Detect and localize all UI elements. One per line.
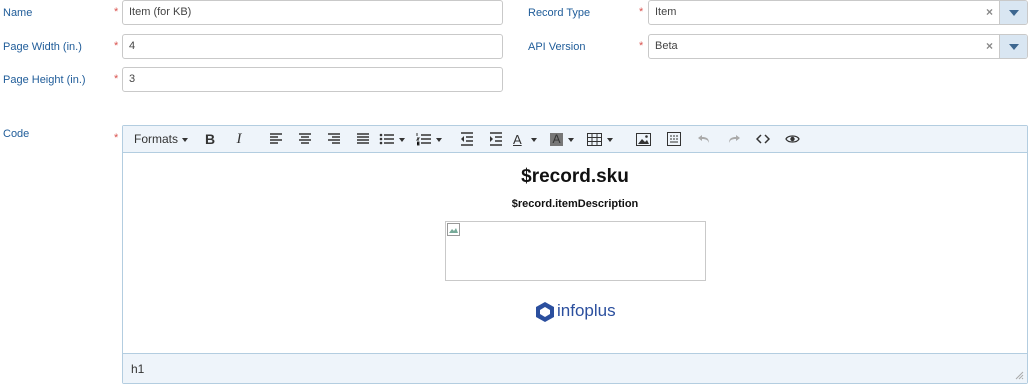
name-label: Name [3,7,33,19]
record-type-label: Record Type [528,7,591,19]
required-marker: * [114,73,119,85]
api-version-select[interactable]: Beta × [648,34,1028,59]
required-marker: * [114,40,119,52]
numbered-list-icon[interactable] [416,126,444,153]
required-marker: * [114,6,119,18]
infoplus-logo-icon [536,302,554,322]
align-center-icon[interactable] [290,126,311,153]
caret-down-icon [182,137,188,142]
table-icon[interactable] [587,126,615,153]
broken-image-icon [447,223,460,236]
logo-text: infoplus [557,301,616,320]
formats-label: Formats [133,132,178,146]
resize-handle-icon[interactable] [1015,371,1024,380]
page-height-input[interactable]: 3 [122,67,503,92]
required-marker: * [639,40,644,52]
redo-icon[interactable] [719,126,740,153]
required-marker: * [639,6,644,18]
content-subheading: $record.itemDescription [511,198,639,210]
bold-icon[interactable]: B [202,126,218,153]
code-sample-icon[interactable] [659,126,681,153]
required-marker: * [114,132,119,144]
content-heading: $record.sku [521,166,629,187]
undo-icon[interactable] [689,126,709,153]
clear-icon[interactable]: × [986,35,993,58]
code-label: Code [3,128,30,140]
image-icon[interactable] [628,126,651,153]
indent-icon[interactable] [481,126,502,153]
formats-dropdown[interactable]: Formats [133,126,189,153]
source-code-icon[interactable] [748,126,770,153]
record-type-select[interactable]: Item × [648,0,1028,25]
element-path[interactable]: h1 [131,362,144,376]
record-type-value: Item [655,6,677,18]
editor-content[interactable]: $record.sku $record.itemDescription info… [123,153,1027,353]
broken-image-placeholder [445,221,706,281]
api-version-label: API Version [528,41,586,53]
italic-icon[interactable]: I [231,126,247,153]
editor-toolbar: Formats B I A A [123,126,1027,153]
editor-statusbar: h1 [123,353,1027,383]
preview-eye-icon[interactable] [777,126,800,153]
clear-icon[interactable]: × [986,1,993,24]
align-right-icon[interactable] [319,126,340,153]
page-height-label: Page Height (in.) [3,74,86,86]
outdent-icon[interactable] [452,126,473,153]
page-width-input[interactable]: 4 [122,34,503,59]
background-color-icon[interactable]: A [548,126,576,153]
name-input[interactable]: Item (for KB) [122,0,503,25]
chevron-down-icon[interactable] [999,35,1027,58]
api-version-value: Beta [655,40,678,52]
chevron-down-icon[interactable] [999,1,1027,24]
text-color-icon[interactable]: A [511,126,539,153]
page-width-label: Page Width (in.) [3,41,82,53]
align-justify-icon[interactable] [348,126,369,153]
bullet-list-icon[interactable] [379,126,407,153]
code-editor[interactable]: Formats B I A A $record.sku $record.item… [122,125,1028,384]
align-left-icon[interactable] [261,126,282,153]
